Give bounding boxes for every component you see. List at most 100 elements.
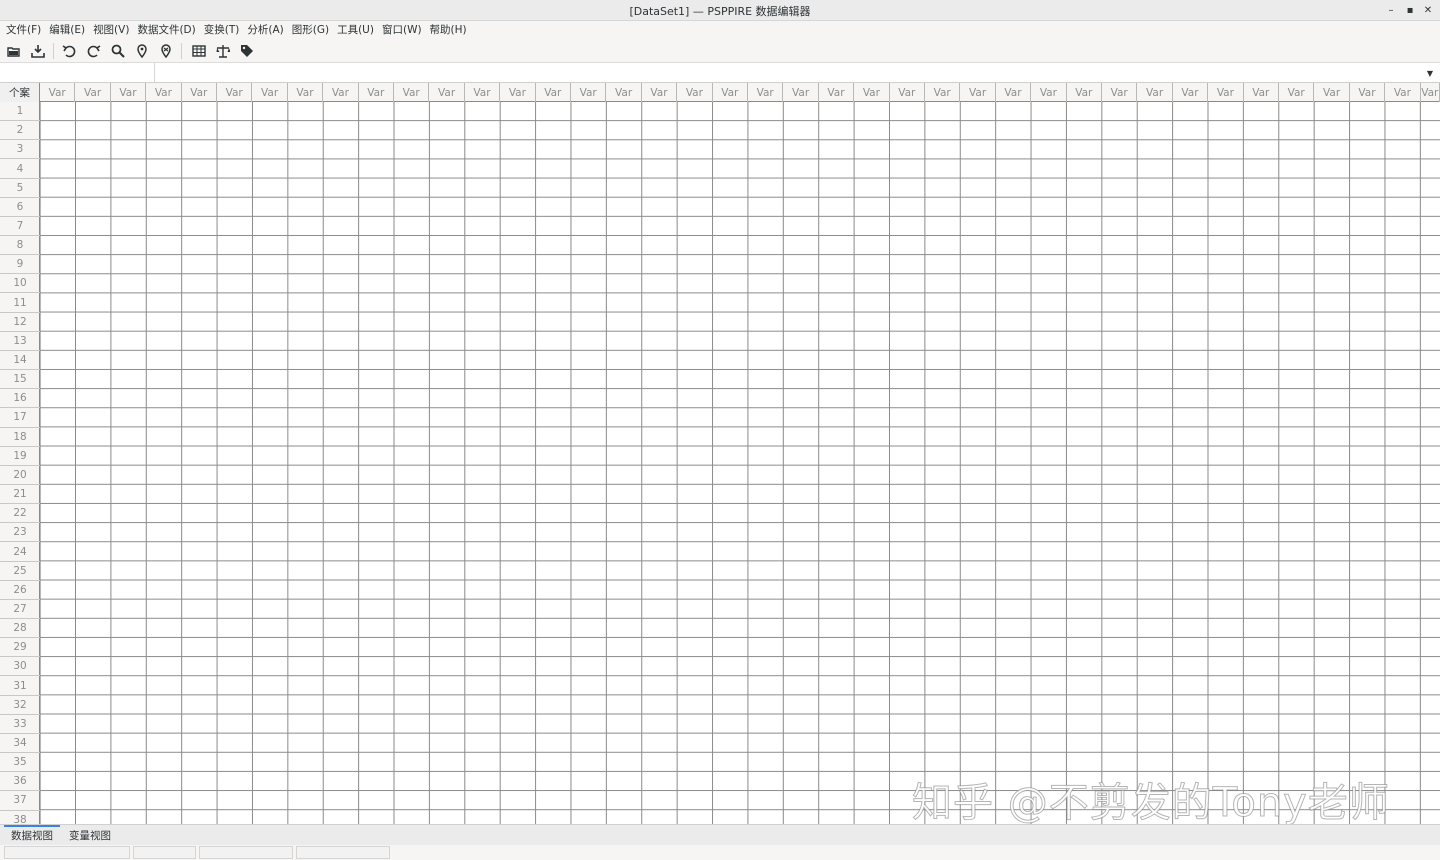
row-header[interactable]: 4: [0, 159, 40, 179]
column-header[interactable]: Var: [1314, 83, 1350, 102]
cell-reference-field[interactable]: [0, 63, 155, 82]
column-header[interactable]: Var: [1102, 83, 1138, 102]
column-header[interactable]: Var: [925, 83, 961, 102]
weight-cases-icon[interactable]: [214, 42, 232, 60]
redo-icon[interactable]: [85, 42, 103, 60]
row-header[interactable]: 13: [0, 332, 40, 351]
column-header[interactable]: Var: [1031, 83, 1067, 102]
row-header[interactable]: 32: [0, 696, 40, 715]
row-header[interactable]: 25: [0, 562, 40, 581]
column-header[interactable]: Var: [536, 83, 571, 102]
chevron-down-icon[interactable]: ▼: [1422, 65, 1438, 81]
column-header[interactable]: Var: [606, 83, 642, 102]
row-header[interactable]: 11: [0, 294, 40, 313]
row-header[interactable]: 30: [0, 657, 40, 677]
row-header[interactable]: 29: [0, 638, 40, 658]
row-header[interactable]: 31: [0, 677, 40, 696]
undo-icon[interactable]: [60, 42, 78, 60]
goto-variable-icon[interactable]: [157, 42, 175, 60]
column-header[interactable]: Var: [465, 83, 501, 102]
column-header[interactable]: Var: [288, 83, 324, 102]
row-header[interactable]: 27: [0, 600, 40, 620]
value-labels-icon[interactable]: [190, 42, 208, 60]
save-icon[interactable]: [29, 42, 47, 60]
column-header[interactable]: Var: [713, 83, 748, 102]
row-header[interactable]: 37: [0, 791, 40, 811]
row-header[interactable]: 2: [0, 121, 40, 141]
menu-transform[interactable]: 变换(T): [200, 21, 244, 39]
menu-graphs[interactable]: 图形(G): [288, 21, 333, 39]
row-header[interactable]: 1: [0, 102, 40, 122]
row-header[interactable]: 6: [0, 198, 40, 217]
maximize-icon[interactable]: ▪: [1402, 2, 1418, 18]
row-header[interactable]: 17: [0, 408, 40, 428]
row-header[interactable]: 19: [0, 447, 40, 466]
menu-utilities[interactable]: 工具(U): [333, 21, 378, 39]
row-header[interactable]: 36: [0, 772, 40, 792]
row-header[interactable]: 35: [0, 753, 40, 773]
close-icon[interactable]: ✕: [1420, 2, 1436, 18]
column-header[interactable]: Var: [996, 83, 1032, 102]
row-header[interactable]: 22: [0, 504, 40, 524]
goto-case-icon[interactable]: [133, 42, 151, 60]
column-header[interactable]: Var: [1244, 83, 1279, 102]
column-header[interactable]: Var: [890, 83, 925, 102]
column-header[interactable]: Var: [819, 83, 855, 102]
row-header[interactable]: 5: [0, 179, 40, 198]
column-header[interactable]: Var: [1137, 83, 1173, 102]
row-header[interactable]: 24: [0, 542, 40, 562]
variable-sets-icon[interactable]: [238, 42, 256, 60]
row-header[interactable]: 21: [0, 485, 40, 505]
row-header[interactable]: 9: [0, 255, 40, 275]
menu-view[interactable]: 视图(V): [89, 21, 133, 39]
find-icon[interactable]: [109, 42, 127, 60]
row-header[interactable]: 38: [0, 811, 40, 824]
column-header[interactable]: Var: [252, 83, 288, 102]
column-header[interactable]: Var: [429, 83, 465, 102]
column-header[interactable]: Var: [323, 83, 359, 102]
minimize-icon[interactable]: –: [1383, 2, 1399, 18]
row-header[interactable]: 12: [0, 313, 40, 332]
column-header[interactable]: Var: [571, 83, 607, 102]
column-header[interactable]: Var: [1385, 83, 1421, 102]
column-header[interactable]: Var: [1421, 83, 1440, 102]
tab-data-view[interactable]: 数据视图: [4, 825, 60, 846]
cell-value-entry[interactable]: [156, 63, 1420, 82]
data-grid[interactable]: [40, 102, 1440, 824]
column-header[interactable]: Var: [960, 83, 996, 102]
row-header[interactable]: 18: [0, 428, 40, 447]
row-header[interactable]: 28: [0, 619, 40, 639]
column-header[interactable]: Var: [748, 83, 784, 102]
column-header[interactable]: Var: [182, 83, 217, 102]
open-file-icon[interactable]: [5, 42, 23, 60]
column-header[interactable]: Var: [1067, 83, 1102, 102]
column-header[interactable]: Var: [854, 83, 890, 102]
row-header[interactable]: 23: [0, 523, 40, 543]
data-sheet[interactable]: 个案 Var Var Var Var Var Var Var Var Var Var Var Var V…: [0, 83, 1440, 824]
column-header[interactable]: Var: [1208, 83, 1244, 102]
column-header[interactable]: Var: [1279, 83, 1315, 102]
column-header[interactable]: Var: [111, 83, 147, 102]
column-header[interactable]: Var: [40, 83, 76, 102]
menu-data[interactable]: 数据文件(D): [133, 21, 199, 39]
row-header[interactable]: 34: [0, 734, 40, 754]
row-header[interactable]: 8: [0, 236, 40, 256]
menu-windows[interactable]: 窗口(W): [378, 21, 426, 39]
row-header[interactable]: 15: [0, 370, 40, 390]
row-header[interactable]: 20: [0, 466, 40, 485]
menu-file[interactable]: 文件(F): [2, 21, 45, 39]
column-header[interactable]: Var: [1350, 83, 1386, 102]
menu-analyze[interactable]: 分析(A): [243, 21, 287, 39]
column-header[interactable]: Var: [1173, 83, 1209, 102]
row-header[interactable]: 14: [0, 351, 40, 371]
row-header[interactable]: 3: [0, 140, 40, 160]
column-header[interactable]: Var: [146, 83, 182, 102]
row-header[interactable]: 7: [0, 217, 40, 237]
column-header[interactable]: Var: [783, 83, 819, 102]
row-header[interactable]: 16: [0, 389, 40, 409]
column-header[interactable]: Var: [217, 83, 253, 102]
column-header[interactable]: Var: [642, 83, 678, 102]
row-header[interactable]: 26: [0, 581, 40, 600]
column-header[interactable]: Var: [75, 83, 111, 102]
column-header[interactable]: Var: [677, 83, 713, 102]
